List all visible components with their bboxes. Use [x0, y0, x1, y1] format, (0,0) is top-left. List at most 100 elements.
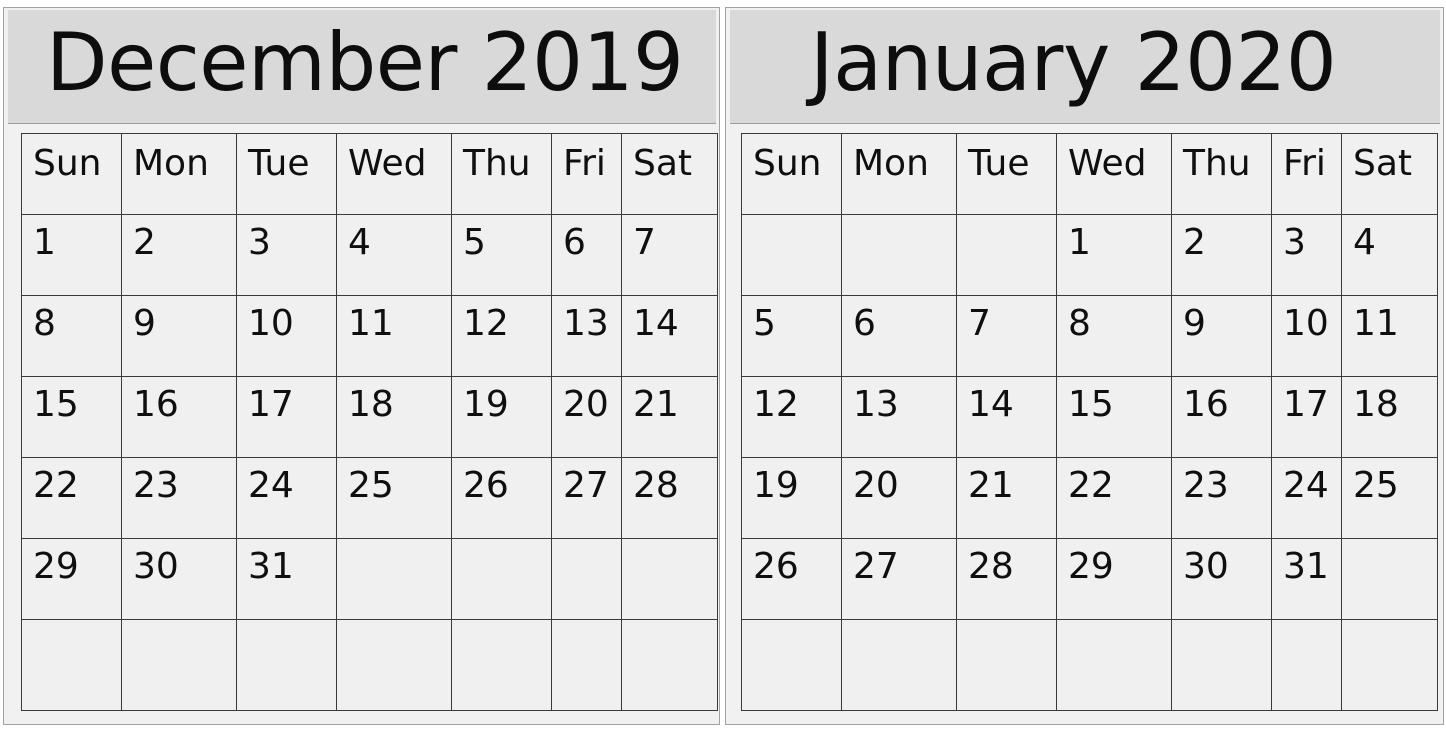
weekday-label-thu: Thu	[1183, 143, 1251, 184]
day-cell-empty[interactable]	[336, 538, 452, 620]
day-cell[interactable]: 21	[621, 376, 718, 458]
weekday-label-thu: Thu	[463, 143, 531, 184]
day-cell[interactable]: 25	[336, 457, 452, 539]
day-cell[interactable]: 21	[956, 457, 1057, 539]
day-cell[interactable]: 23	[121, 457, 237, 539]
day-cell[interactable]: 14	[621, 295, 718, 377]
day-cell-empty[interactable]	[336, 619, 452, 711]
day-cell[interactable]: 12	[451, 295, 552, 377]
day-number: 30	[133, 546, 179, 587]
day-cell-empty[interactable]	[1341, 619, 1438, 711]
day-cell-empty[interactable]	[121, 619, 237, 711]
day-cell[interactable]: 11	[1341, 295, 1438, 377]
day-number: 26	[463, 465, 509, 506]
day-cell[interactable]: 22	[21, 457, 122, 539]
day-cell[interactable]: 8	[1056, 295, 1172, 377]
day-cell[interactable]: 7	[621, 214, 718, 296]
day-cell-empty[interactable]	[741, 619, 842, 711]
weekday-header-row: Sun Mon Tue Wed Thu Fri Sat	[21, 133, 718, 215]
week-row: 15 16 17 18 19 20 21	[21, 376, 718, 458]
day-cell[interactable]: 4	[1341, 214, 1438, 296]
day-cell[interactable]: 4	[336, 214, 452, 296]
day-cell[interactable]: 30	[121, 538, 237, 620]
day-cell[interactable]: 19	[451, 376, 552, 458]
calendar-page: December 2019 Sun Mon Tue Wed Thu Fri Sa…	[0, 0, 1446, 734]
day-cell[interactable]: 13	[551, 295, 622, 377]
day-cell[interactable]: 1	[21, 214, 122, 296]
month-title-january: January 2020	[810, 15, 1337, 109]
day-number: 31	[248, 546, 294, 587]
day-cell[interactable]: 30	[1171, 538, 1272, 620]
day-cell[interactable]: 2	[1171, 214, 1272, 296]
day-cell[interactable]: 18	[1341, 376, 1438, 458]
day-cell[interactable]: 1	[1056, 214, 1172, 296]
day-cell[interactable]: 29	[21, 538, 122, 620]
day-cell[interactable]: 19	[741, 457, 842, 539]
day-cell[interactable]: 16	[1171, 376, 1272, 458]
day-cell[interactable]: 15	[1056, 376, 1172, 458]
day-cell-empty[interactable]	[551, 538, 622, 620]
day-cell[interactable]: 2	[121, 214, 237, 296]
day-number: 7	[968, 303, 991, 344]
day-cell[interactable]: 11	[336, 295, 452, 377]
day-cell[interactable]: 9	[1171, 295, 1272, 377]
day-cell-empty[interactable]	[621, 538, 718, 620]
day-cell[interactable]: 27	[841, 538, 957, 620]
day-cell-empty[interactable]	[956, 619, 1057, 711]
day-cell[interactable]: 10	[236, 295, 337, 377]
day-cell-empty[interactable]	[841, 619, 957, 711]
day-cell[interactable]: 5	[451, 214, 552, 296]
day-cell[interactable]: 7	[956, 295, 1057, 377]
day-cell[interactable]: 10	[1271, 295, 1342, 377]
day-cell[interactable]: 24	[1271, 457, 1342, 539]
day-cell[interactable]: 5	[741, 295, 842, 377]
day-cell-empty[interactable]	[451, 619, 552, 711]
day-number: 11	[348, 303, 394, 344]
day-number: 29	[1068, 546, 1114, 587]
day-cell-empty[interactable]	[956, 214, 1057, 296]
day-cell[interactable]: 31	[236, 538, 337, 620]
day-cell[interactable]: 24	[236, 457, 337, 539]
day-cell[interactable]: 13	[841, 376, 957, 458]
day-cell[interactable]: 3	[236, 214, 337, 296]
day-cell[interactable]: 3	[1271, 214, 1342, 296]
week-row: 8 9 10 11 12 13 14	[21, 295, 718, 377]
day-cell[interactable]: 18	[336, 376, 452, 458]
day-cell[interactable]: 22	[1056, 457, 1172, 539]
day-cell-empty[interactable]	[551, 619, 622, 711]
day-cell-empty[interactable]	[1056, 619, 1172, 711]
day-cell[interactable]: 12	[741, 376, 842, 458]
day-cell[interactable]: 14	[956, 376, 1057, 458]
day-cell-empty[interactable]	[841, 214, 957, 296]
day-cell[interactable]: 6	[841, 295, 957, 377]
day-cell[interactable]: 26	[451, 457, 552, 539]
day-cell-empty[interactable]	[741, 214, 842, 296]
day-cell[interactable]: 28	[621, 457, 718, 539]
day-cell[interactable]: 16	[121, 376, 237, 458]
day-cell[interactable]: 20	[551, 376, 622, 458]
day-cell[interactable]: 9	[121, 295, 237, 377]
day-cell[interactable]: 27	[551, 457, 622, 539]
day-number	[623, 540, 717, 551]
day-cell-empty[interactable]	[21, 619, 122, 711]
day-cell-empty[interactable]	[1271, 619, 1342, 711]
day-cell-empty[interactable]	[236, 619, 337, 711]
day-cell-empty[interactable]	[1341, 538, 1438, 620]
day-cell-empty[interactable]	[1171, 619, 1272, 711]
day-cell[interactable]: 31	[1271, 538, 1342, 620]
day-cell[interactable]: 23	[1171, 457, 1272, 539]
day-cell[interactable]: 28	[956, 538, 1057, 620]
day-cell-empty[interactable]	[451, 538, 552, 620]
day-cell[interactable]: 29	[1056, 538, 1172, 620]
day-cell[interactable]: 26	[741, 538, 842, 620]
day-cell[interactable]: 25	[1341, 457, 1438, 539]
day-cell[interactable]: 17	[236, 376, 337, 458]
day-cell[interactable]: 8	[21, 295, 122, 377]
day-cell[interactable]: 6	[551, 214, 622, 296]
day-cell-empty[interactable]	[621, 619, 718, 711]
week-row: 12 13 14 15 16 17 18	[741, 376, 1438, 458]
day-number	[338, 540, 451, 551]
day-cell[interactable]: 17	[1271, 376, 1342, 458]
day-cell[interactable]: 20	[841, 457, 957, 539]
day-cell[interactable]: 15	[21, 376, 122, 458]
